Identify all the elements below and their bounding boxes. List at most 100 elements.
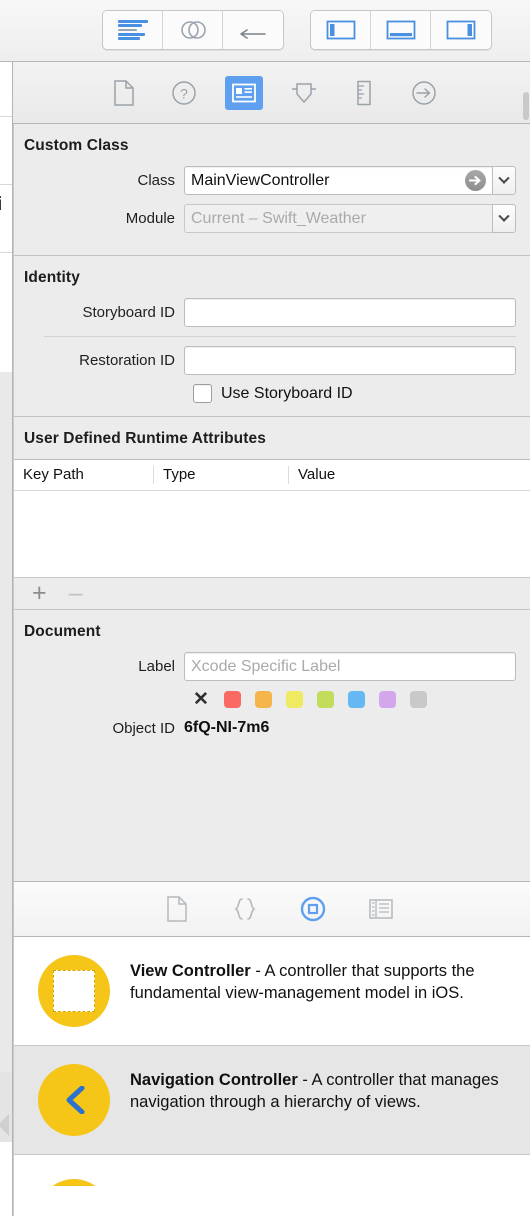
color-swatch-green[interactable] bbox=[316, 691, 334, 708]
tab-file-template-library[interactable] bbox=[160, 892, 194, 926]
use-storyboard-id-row[interactable]: Use Storyboard ID bbox=[14, 384, 530, 403]
object-id-row: Object ID 6fQ-NI-7m6 bbox=[14, 719, 530, 737]
tab-identity-inspector[interactable] bbox=[225, 75, 263, 110]
module-dropdown-button[interactable] bbox=[492, 204, 516, 233]
jump-to-class-arrow-icon[interactable] bbox=[465, 170, 486, 191]
adjacent-editor-sliver: i t bbox=[0, 62, 13, 1216]
udra-remove-button[interactable]: – bbox=[69, 581, 83, 606]
library-item-partial-icon bbox=[38, 1179, 110, 1186]
object-library-list[interactable]: View Controller - A controller that supp… bbox=[13, 937, 530, 1216]
custom-class-section: Custom Class Class MainViewController Mo… bbox=[14, 124, 530, 256]
module-placeholder-text: Current – Swift_Weather bbox=[191, 209, 366, 227]
library-item-navigation-controller[interactable]: Navigation Controller - A controller tha… bbox=[14, 1046, 530, 1155]
object-library-icon bbox=[300, 896, 326, 922]
color-swatch-red[interactable] bbox=[223, 691, 241, 708]
view-controller-icon bbox=[38, 955, 110, 1027]
object-id-label: Object ID bbox=[112, 719, 175, 737]
custom-class-title: Custom Class bbox=[24, 137, 129, 154]
collapse-arrow-icon[interactable] bbox=[0, 1114, 9, 1136]
utilities-panel-icon bbox=[446, 20, 476, 40]
vertical-scrollbar[interactable] bbox=[523, 92, 529, 120]
toolbar bbox=[0, 0, 530, 62]
debug-toggle-button[interactable] bbox=[371, 11, 431, 49]
version-editor-icon bbox=[240, 29, 266, 39]
xcode-utilities-panel: ? Custom Class Class MainViewController … bbox=[0, 0, 530, 1216]
tab-file-inspector[interactable] bbox=[105, 76, 143, 110]
udra-column-key-path: Key Path bbox=[14, 466, 154, 484]
svg-text:?: ? bbox=[180, 85, 188, 101]
tab-quick-help-inspector[interactable]: ? bbox=[165, 76, 203, 110]
udra-table[interactable]: Key Path Type Value bbox=[14, 459, 530, 577]
tab-code-snippet-library[interactable] bbox=[228, 892, 262, 926]
no-color-button[interactable]: ✕ bbox=[193, 690, 209, 709]
ruler-icon bbox=[357, 80, 371, 105]
library-tab-bar[interactable] bbox=[13, 881, 530, 937]
identity-section: Identity Storyboard ID Restoration ID Us… bbox=[14, 256, 530, 417]
use-storyboard-id-checkbox[interactable] bbox=[193, 384, 212, 403]
library-item-view-controller[interactable]: View Controller - A controller that supp… bbox=[14, 937, 530, 1046]
identity-title: Identity bbox=[24, 269, 80, 286]
color-swatch-orange[interactable] bbox=[254, 691, 272, 708]
view-toggle-segmented-control[interactable] bbox=[310, 10, 492, 50]
library-item-partial[interactable] bbox=[14, 1155, 530, 1186]
standard-editor-button[interactable] bbox=[103, 11, 163, 49]
storyboard-id-input[interactable] bbox=[184, 298, 516, 327]
class-value: MainViewController bbox=[191, 171, 330, 189]
identity-inspector-panel: Custom Class Class MainViewController Mo… bbox=[13, 124, 530, 881]
module-input[interactable]: Current – Swift_Weather bbox=[184, 204, 492, 233]
udra-add-button[interactable]: + bbox=[32, 581, 47, 606]
color-swatch-yellow[interactable] bbox=[285, 691, 303, 708]
attributes-slider-icon bbox=[292, 82, 316, 103]
restoration-id-input[interactable] bbox=[184, 346, 516, 375]
module-row: Module Current – Swift_Weather bbox=[14, 204, 530, 233]
document-label-label: Label bbox=[138, 658, 175, 675]
document-color-swatches[interactable]: ✕ bbox=[14, 690, 530, 709]
arrow-circle-icon bbox=[412, 80, 436, 105]
document-label-input[interactable]: Xcode Specific Label bbox=[184, 652, 516, 681]
right-arrow-icon bbox=[469, 175, 481, 186]
tab-media-library[interactable] bbox=[364, 892, 398, 926]
udra-column-type: Type bbox=[154, 466, 289, 484]
library-item-text: View Controller - A controller that supp… bbox=[130, 955, 508, 1005]
class-dropdown-button[interactable] bbox=[492, 166, 516, 195]
navigator-toggle-button[interactable] bbox=[311, 11, 371, 49]
inspector-tab-bar[interactable]: ? bbox=[0, 62, 530, 124]
color-swatch-blue[interactable] bbox=[347, 691, 365, 708]
question-mark-icon: ? bbox=[172, 80, 196, 105]
tab-object-library[interactable] bbox=[296, 892, 330, 926]
media-filmstrip-icon bbox=[369, 899, 393, 919]
tab-size-inspector[interactable] bbox=[345, 76, 383, 110]
udra-column-value: Value bbox=[298, 466, 336, 483]
tab-connections-inspector[interactable] bbox=[405, 76, 443, 110]
file-icon bbox=[114, 79, 134, 106]
class-row: Class MainViewController bbox=[14, 166, 530, 195]
version-editor-button[interactable] bbox=[223, 11, 283, 49]
editor-mode-segmented-control[interactable] bbox=[102, 10, 284, 50]
navigation-controller-icon bbox=[38, 1064, 110, 1136]
chevron-down-icon bbox=[498, 210, 510, 222]
udra-table-body[interactable] bbox=[14, 491, 530, 577]
assistant-editor-button[interactable] bbox=[163, 11, 223, 49]
chevron-down-icon bbox=[498, 172, 510, 184]
class-input[interactable]: MainViewController bbox=[184, 166, 492, 195]
debug-panel-icon bbox=[386, 20, 415, 40]
assistant-editor-icon bbox=[180, 21, 206, 39]
udra-table-footer: + – bbox=[14, 577, 530, 609]
class-label: Class bbox=[137, 172, 175, 189]
navigator-panel-icon bbox=[326, 20, 355, 40]
document-label-placeholder: Xcode Specific Label bbox=[191, 657, 341, 675]
library-item-title: View Controller bbox=[130, 962, 251, 980]
object-id-value: 6fQ-NI-7m6 bbox=[184, 719, 270, 736]
curly-braces-icon bbox=[234, 898, 256, 920]
document-label-row: Label Xcode Specific Label bbox=[14, 652, 530, 681]
identity-card-icon bbox=[232, 83, 256, 102]
restoration-id-label: Restoration ID bbox=[79, 352, 175, 369]
color-swatch-purple[interactable] bbox=[378, 691, 396, 708]
sliver-glyph: i bbox=[0, 194, 2, 216]
use-storyboard-id-label: Use Storyboard ID bbox=[221, 384, 353, 402]
color-swatch-gray[interactable] bbox=[409, 691, 427, 708]
udra-title: User Defined Runtime Attributes bbox=[24, 430, 266, 447]
standard-editor-icon bbox=[117, 20, 148, 40]
utilities-toggle-button[interactable] bbox=[431, 11, 491, 49]
tab-attributes-inspector[interactable] bbox=[285, 76, 323, 110]
